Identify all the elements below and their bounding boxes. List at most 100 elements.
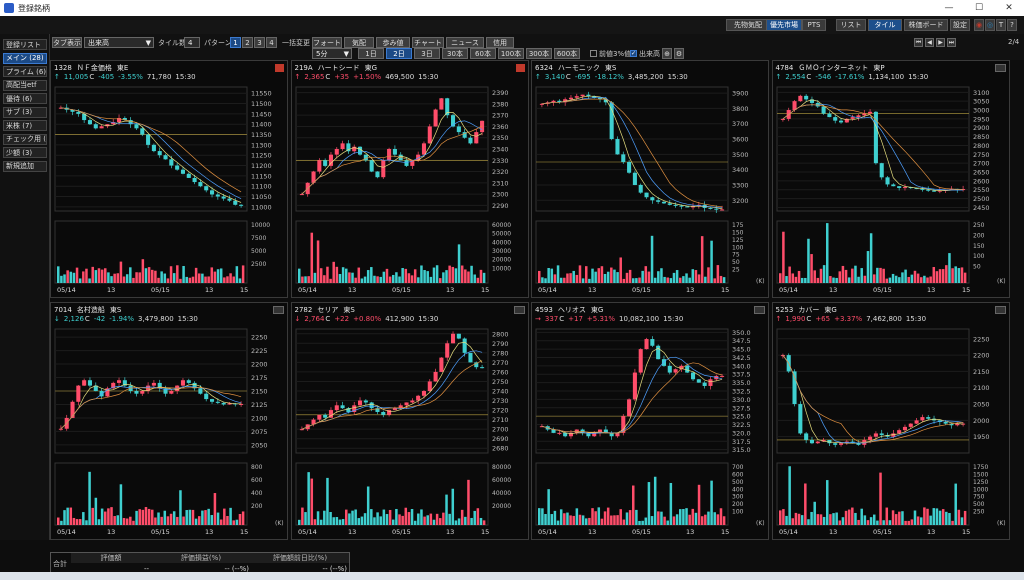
zoom-icon[interactable]: ⊕ xyxy=(662,48,672,59)
toolbar-button-4[interactable]: ニュース xyxy=(446,37,484,48)
topbar-button-0[interactable]: 先物気配 xyxy=(726,19,770,31)
sidebar-item-4[interactable]: 優待 (6) xyxy=(3,93,47,104)
sidebar-item-0[interactable]: 登録リスト xyxy=(3,39,47,50)
volume-bar xyxy=(169,513,173,525)
check-volume[interactable]: ✓ 出来高 xyxy=(630,48,660,59)
pattern-button-1[interactable]: 1 xyxy=(230,37,241,48)
chart-panel[interactable]: 1328 ＮＦ金価格 東E ↑ 11,005C -405 -3.55% 71,780 15:30… xyxy=(50,60,288,298)
period-button-4[interactable]: 60本 xyxy=(470,48,496,59)
volume-bar xyxy=(154,517,157,525)
topbar-button-5[interactable]: 株価ボード xyxy=(904,19,948,31)
pattern-button-3[interactable]: 3 xyxy=(254,37,265,48)
topbar-button-6[interactable]: 設定 xyxy=(950,19,970,31)
price-tick-label: 3600 xyxy=(732,136,749,144)
volume-bar xyxy=(363,276,366,283)
tab-display-select[interactable]: 出来高 ▼ xyxy=(84,37,154,48)
alert-icon[interactable] xyxy=(515,64,525,72)
volume-bar xyxy=(784,515,788,525)
period-button-2[interactable]: 3日 xyxy=(414,48,440,59)
toolbar-button-0[interactable]: フォート xyxy=(312,37,342,48)
alert-icon[interactable] xyxy=(273,306,284,314)
sidebar-item-3[interactable]: 高配当etf xyxy=(3,79,47,91)
alert-icon[interactable] xyxy=(994,306,1006,314)
sidebar-item-2[interactable]: プライム (6) xyxy=(3,66,47,77)
chart-panel[interactable]: 2782 セリア 東S ↓ 2,764C +22 +0.80% 412,900 15:30 280… xyxy=(290,302,529,540)
candle-body xyxy=(456,126,461,133)
settings-icon[interactable]: ⚙ xyxy=(674,48,684,59)
moving-average-line xyxy=(301,341,482,430)
sidebar-item-5[interactable]: サブ (3) xyxy=(3,106,47,118)
chart-panel[interactable]: 6324 ハーモニック 東S ↑ 3,140C -695 -18.12% 3,485,200 1… xyxy=(531,60,769,298)
price-plot-frame xyxy=(535,86,729,212)
sidebar-item-1[interactable]: メイン (28) xyxy=(3,52,47,64)
volume-bar xyxy=(806,519,810,525)
check-prev3[interactable]: 前値3%値 xyxy=(590,48,631,59)
date-tick-label: 15 xyxy=(721,286,729,294)
panel-market: 東G xyxy=(364,64,378,72)
volume-bar xyxy=(778,510,782,525)
pattern-button-4[interactable]: 4 xyxy=(266,37,277,48)
date-tick-label: 05/15 xyxy=(632,286,651,294)
volume-bar xyxy=(932,267,935,283)
period-button-0[interactable]: 1日 xyxy=(358,48,384,59)
toolbar-button-2[interactable]: 歩み値 xyxy=(376,37,410,48)
maximize-icon[interactable]: ☐ xyxy=(964,0,994,16)
chart-panel[interactable]: 4784 ＧＭＯインターネット 東P ↑ 2,554C -546 -17.61% 1,134,… xyxy=(771,60,1010,298)
chart-panel[interactable]: 4593 ヘリオス 東G → 337C +17 +5.31% 10,082,100 15:30 3… xyxy=(531,302,769,540)
alert-icon[interactable] xyxy=(513,306,525,314)
volume-bar xyxy=(957,268,960,283)
volume-bar xyxy=(953,483,957,525)
sidebar-item-8[interactable]: 少額 (3) xyxy=(3,147,47,158)
help-icon[interactable]: ? xyxy=(1007,19,1017,31)
volume-bar xyxy=(916,516,919,525)
tab-display-button[interactable]: タブ表示 xyxy=(52,37,82,48)
volume-bar xyxy=(116,515,120,525)
toolbar-button-1[interactable]: 気配 xyxy=(344,37,374,48)
period-button-5[interactable]: 100本 xyxy=(498,48,524,59)
toolbar-button-3[interactable]: チャート xyxy=(412,37,444,48)
text-icon[interactable]: T xyxy=(996,19,1006,31)
pattern-button-2[interactable]: 2 xyxy=(242,37,253,48)
tile-count-select[interactable]: 4 xyxy=(184,37,200,48)
candle-body xyxy=(363,154,368,161)
topbar-button-3[interactable]: リスト xyxy=(836,19,866,31)
volume-bar xyxy=(700,516,704,525)
interval-select[interactable]: 5分 ▼ xyxy=(312,48,352,59)
topbar-button-1[interactable]: 優先市場 xyxy=(766,19,802,31)
chart-panel[interactable]: 7014 名村造船 東S ↓ 2,126C -42 -1.94% 3,479,800 15:30… xyxy=(50,302,288,540)
record-icon[interactable]: ◉ xyxy=(974,19,984,31)
last-page-icon[interactable]: ⏭ xyxy=(947,38,956,47)
period-button-1[interactable]: 2日 xyxy=(386,48,412,59)
topbar-button-4[interactable]: タイル xyxy=(868,19,902,31)
prev-page-icon[interactable]: ◀ xyxy=(925,38,934,47)
period-button-6[interactable]: 300本 xyxy=(526,48,552,59)
next-page-icon[interactable]: ▶ xyxy=(936,38,945,47)
alert-icon[interactable] xyxy=(754,306,765,314)
candle-body xyxy=(661,201,667,204)
sidebar-item-7[interactable]: チェック用 ( xyxy=(3,133,47,145)
sidebar-item-6[interactable]: 米株 (7) xyxy=(3,120,47,131)
network-icon[interactable]: ◎ xyxy=(985,19,995,31)
volume-bar xyxy=(941,509,944,525)
panel-change: -405 xyxy=(98,73,115,81)
candle-body xyxy=(780,118,785,120)
candle-body xyxy=(334,405,339,411)
first-page-icon[interactable]: ⏮ xyxy=(914,38,923,47)
sidebar-item-9[interactable]: 新規追加 xyxy=(3,160,47,172)
volume-bar xyxy=(479,269,482,283)
period-button-7[interactable]: 600本 xyxy=(554,48,580,59)
chart-panel[interactable]: 219A ハートシード 東G ↑ 2,365C +35 +1.50% 469,500 15:30… xyxy=(290,60,529,298)
panel-quote: ↑ 2,554C -546 -17.61% 1,134,100 15:30 xyxy=(776,73,933,81)
topbar-button-2[interactable]: PTS xyxy=(802,19,826,31)
period-button-3[interactable]: 30本 xyxy=(442,48,468,59)
volume-bar xyxy=(685,508,688,525)
chart-panel[interactable]: 5253 カバー 東G ↑ 1,990C +65 +3.37% 7,462,800 15:30 2… xyxy=(771,302,1010,540)
alert-icon[interactable] xyxy=(275,64,284,72)
volume-bar xyxy=(429,513,432,525)
volume-bar xyxy=(122,518,126,525)
candle-body xyxy=(902,187,907,189)
close-icon[interactable]: ✕ xyxy=(994,0,1024,16)
minimize-icon[interactable]: — xyxy=(934,0,964,16)
alert-icon[interactable] xyxy=(994,64,1006,72)
toolbar-button-5[interactable]: 信用 xyxy=(486,37,514,48)
